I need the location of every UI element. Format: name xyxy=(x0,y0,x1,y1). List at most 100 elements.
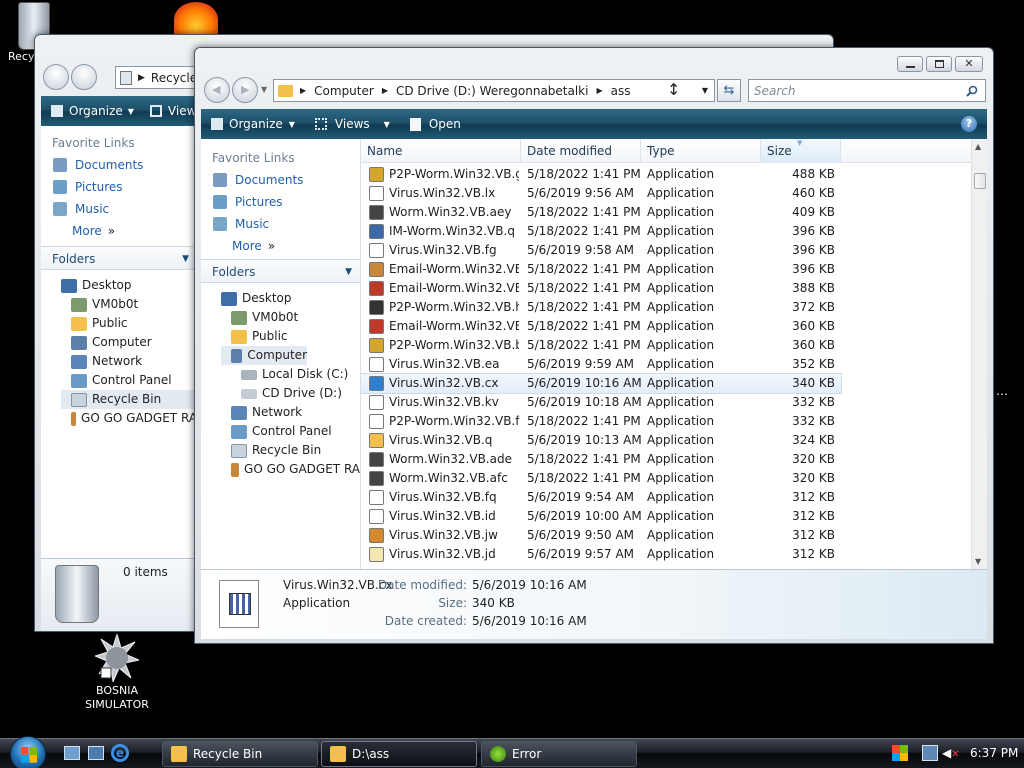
forward-button[interactable]: ▶ xyxy=(232,77,258,103)
tray-network-icon[interactable] xyxy=(922,745,938,761)
table-row[interactable]: IM-Worm.Win32.VB.q 5/18/2022 1:41 PM Appli… xyxy=(361,222,841,241)
tree-control-panel[interactable]: Control Panel xyxy=(221,422,360,441)
breadcrumb-computer[interactable]: Computer xyxy=(314,84,374,98)
fav-documents[interactable]: Documents xyxy=(41,154,197,176)
tree-public[interactable]: Public xyxy=(61,314,197,333)
details-created-label: Date created: xyxy=(384,614,467,628)
table-row[interactable]: Virus.Win32.VB.id 5/6/2019 10:00 AM Applic… xyxy=(361,507,841,526)
table-row[interactable]: Virus.Win32.VB.kv 5/6/2019 10:18 AM Applic… xyxy=(361,393,841,412)
scroll-thumb[interactable] xyxy=(974,173,986,189)
tree-cd-drive[interactable]: CD Drive (D:) xyxy=(221,384,360,403)
maximize-button[interactable] xyxy=(926,56,952,72)
taskbar-d-ass[interactable]: D:\ass xyxy=(321,741,477,767)
tree-desktop[interactable]: Desktop xyxy=(61,276,197,295)
address-dropdown-icon[interactable]: ▼ xyxy=(702,86,708,95)
column-type[interactable]: Type xyxy=(641,139,761,163)
table-row[interactable]: Virus.Win32.VB.fg 5/6/2019 9:58 AM Applica… xyxy=(361,241,841,260)
back-organize-button[interactable]: Organize ▼ xyxy=(51,104,134,118)
fav-music[interactable]: Music xyxy=(41,198,197,220)
tree-recycle-bin[interactable]: Recycle Bin xyxy=(61,390,197,409)
table-row[interactable]: Virus.Win32.VB.q 5/6/2019 10:13 AM Applica… xyxy=(361,431,841,450)
tree-desktop[interactable]: Desktop xyxy=(221,289,360,308)
tree-computer[interactable]: Computer xyxy=(221,346,307,365)
help-button[interactable]: ? xyxy=(961,116,977,132)
table-row[interactable]: Email-Worm.Win32.VB... 5/18/2022 1:41 PM A… xyxy=(361,260,841,279)
minimize-button[interactable] xyxy=(897,56,923,72)
table-row[interactable]: P2P-Worm.Win32.VB.gc 5/18/2022 1:41 PM App… xyxy=(361,165,841,184)
quicklaunch-show-desktop-icon[interactable] xyxy=(64,746,80,760)
column-name[interactable]: Name xyxy=(361,139,521,163)
breadcrumb-ass[interactable]: ass xyxy=(611,84,631,98)
fav-more[interactable]: More » xyxy=(201,235,360,257)
table-row[interactable]: Worm.Win32.VB.aey 5/18/2022 1:41 PM Applic… xyxy=(361,203,841,222)
tray-flag-icon[interactable] xyxy=(892,745,908,761)
quicklaunch-internet-explorer-icon[interactable]: e xyxy=(111,744,129,762)
cell-name: Virus.Win32.VB.cx xyxy=(389,376,499,390)
tree-gadget[interactable]: GO GO GADGET RA xyxy=(61,409,197,428)
back-forward-button[interactable] xyxy=(71,64,97,90)
scroll-down-arrow-icon[interactable]: ▼ xyxy=(975,557,981,566)
views-icon xyxy=(314,118,327,130)
clock[interactable]: 6:37 PM xyxy=(970,746,1018,760)
vertical-scrollbar[interactable]: ▲ ▼ xyxy=(971,139,987,569)
taskbar-error[interactable]: Error xyxy=(481,741,637,767)
table-row[interactable]: Virus.Win32.VB.cx 5/6/2019 10:16 AM Applic… xyxy=(361,373,842,394)
folders-header[interactable]: Folders ▼ xyxy=(201,259,360,283)
organize-button[interactable]: Organize ▼ xyxy=(211,117,295,131)
table-row[interactable]: P2P-Worm.Win32.VB.hb 5/18/2022 1:41 PM App… xyxy=(361,298,841,317)
tree-network[interactable]: Network xyxy=(221,403,360,422)
tray-volume-muted-icon[interactable]: ◀✕ xyxy=(942,745,960,761)
cell-size: 312 KB xyxy=(792,547,835,561)
back-views-button[interactable]: View xyxy=(149,104,196,118)
tree-user[interactable]: VM0b0t xyxy=(221,308,360,327)
start-button[interactable] xyxy=(10,736,46,768)
table-row[interactable]: Virus.Win32.VB.jw 5/6/2019 9:50 AM Applica… xyxy=(361,526,841,545)
tree-control-panel[interactable]: Control Panel xyxy=(61,371,197,390)
taskbar-recycle-bin[interactable]: Recycle Bin xyxy=(162,741,318,767)
history-dropdown-icon[interactable]: ▼ xyxy=(261,85,267,94)
explorer-window[interactable]: ✕ ◀ ▶ ▼ ▶ Computer ▶ CD Drive (D:) Wereg… xyxy=(194,47,994,644)
search-box[interactable]: Search xyxy=(748,79,986,102)
table-row[interactable]: Email-Worm.Win32.VB... 5/18/2022 1:41 PM A… xyxy=(361,279,841,298)
address-bar[interactable]: ▶ Computer ▶ CD Drive (D:) Weregonnabeta… xyxy=(273,79,715,102)
back-button[interactable]: ◀ xyxy=(204,77,230,103)
fav-music[interactable]: Music xyxy=(201,213,360,235)
tree-computer[interactable]: Computer xyxy=(61,333,197,352)
table-row[interactable]: P2P-Worm.Win32.VB.fu 5/18/2022 1:41 PM App… xyxy=(361,412,841,431)
table-row[interactable]: Virus.Win32.VB.jd 5/6/2019 9:57 AM Applica… xyxy=(361,545,841,564)
application-icon xyxy=(369,205,384,220)
back-back-button[interactable] xyxy=(43,64,69,90)
table-row[interactable]: Worm.Win32.VB.afc 5/18/2022 1:41 PM Applic… xyxy=(361,469,841,488)
tree-recycle-bin[interactable]: Recycle Bin xyxy=(221,441,360,460)
scroll-up-arrow-icon[interactable]: ▲ xyxy=(975,142,981,151)
open-button[interactable]: Open xyxy=(409,117,461,131)
quicklaunch-switch-windows-icon[interactable] xyxy=(88,746,104,760)
close-button[interactable]: ✕ xyxy=(955,56,983,72)
search-placeholder: Search xyxy=(754,83,796,98)
tree-label: Control Panel xyxy=(92,373,172,387)
table-row[interactable]: Virus.Win32.VB.fq 5/6/2019 9:54 AM Applica… xyxy=(361,488,841,507)
tree-network[interactable]: Network xyxy=(61,352,197,371)
fav-more[interactable]: More » xyxy=(41,220,197,242)
fav-documents[interactable]: Documents xyxy=(201,169,360,191)
breadcrumb-arrow-icon: ▶ xyxy=(381,86,388,95)
cell-size: 396 KB xyxy=(792,224,835,238)
folders-header[interactable]: Folders ▼ xyxy=(41,246,197,270)
refresh-button[interactable]: ⇆ xyxy=(717,79,741,102)
fav-pictures[interactable]: Pictures xyxy=(41,176,197,198)
table-row[interactable]: Email-Worm.Win32.VB... 5/18/2022 1:41 PM A… xyxy=(361,317,841,336)
column-date-modified[interactable]: Date modified xyxy=(521,139,641,163)
fav-pictures[interactable]: Pictures xyxy=(201,191,360,213)
firefox-icon[interactable] xyxy=(174,2,218,36)
tree-user[interactable]: VM0b0t xyxy=(61,295,197,314)
table-row[interactable]: Virus.Win32.VB.ea 5/6/2019 9:59 AM Applica… xyxy=(361,355,841,374)
breadcrumb-cd-drive[interactable]: CD Drive (D:) Weregonnabetalki xyxy=(396,84,589,98)
table-row[interactable]: P2P-Worm.Win32.VB.bb 5/18/2022 1:41 PM App… xyxy=(361,336,841,355)
tree-local-disk[interactable]: Local Disk (C:) xyxy=(221,365,360,384)
tree-public[interactable]: Public xyxy=(221,327,360,346)
table-row[interactable]: Virus.Win32.VB.lx 5/6/2019 9:56 AM Applica… xyxy=(361,184,841,203)
views-button[interactable]: Views ▼ xyxy=(314,117,390,131)
desktop-icon-bosnia-simulator[interactable]: BOSNIA SIMULATOR xyxy=(76,634,158,712)
table-row[interactable]: Worm.Win32.VB.ade 5/18/2022 1:41 PM Applic… xyxy=(361,450,841,469)
tree-gadget[interactable]: GO GO GADGET RA xyxy=(221,460,360,479)
